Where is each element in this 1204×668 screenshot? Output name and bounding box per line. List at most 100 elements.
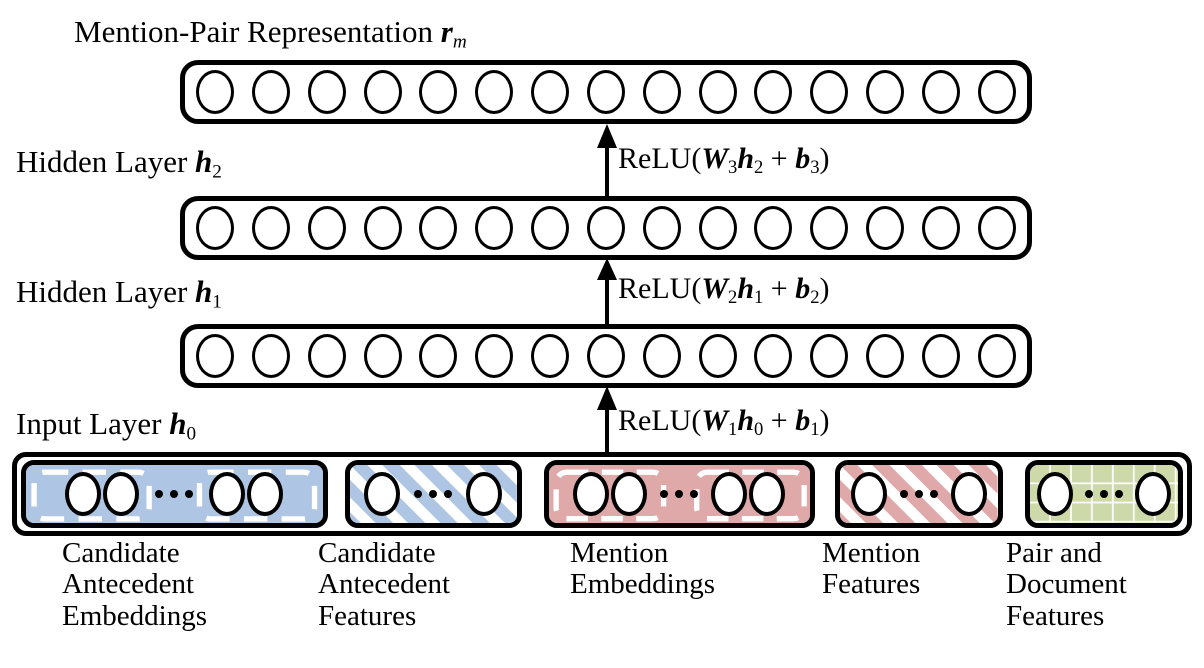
neuron	[810, 70, 849, 114]
arrow-up-icon-h1-to-h2	[597, 258, 617, 326]
neuron	[251, 70, 290, 114]
layer-label-hidden-1-text: Hidden Layer	[16, 274, 188, 309]
block-cells	[549, 465, 810, 523]
input-block-candidate-antecedent-features[interactable]	[344, 460, 522, 528]
layer-label-hidden-2-subscript: 2	[212, 161, 222, 183]
input-neuron	[611, 472, 648, 516]
input-neuron	[573, 472, 610, 516]
neuron	[698, 334, 737, 378]
relu-2-weight: W	[701, 272, 729, 305]
neuron	[921, 206, 960, 250]
input-neuron	[711, 472, 748, 516]
page-title-symbol: r	[440, 14, 453, 49]
relu-1-weight-sub: 1	[728, 419, 738, 441]
transform-label-relu-1: ReLU(W1h0 + b1)	[618, 404, 830, 441]
neuron	[698, 206, 737, 250]
neuron	[921, 70, 960, 114]
neuron	[754, 334, 793, 378]
input-neuron	[103, 472, 140, 516]
layer-hidden-1	[180, 324, 1032, 388]
neuron	[307, 70, 346, 114]
neuron	[977, 334, 1016, 378]
input-neuron	[364, 472, 401, 516]
ellipsis-icon	[660, 490, 699, 498]
layer-label-input-symbol: h	[169, 406, 187, 441]
input-block-candidate-antecedent-embeddings[interactable]	[21, 460, 328, 528]
block-cells	[26, 465, 323, 523]
layer-label-hidden-2-text: Hidden Layer	[16, 144, 188, 179]
neuron	[810, 334, 849, 378]
relu-2-input-sub: 1	[754, 287, 764, 309]
neuron	[531, 206, 570, 250]
input-block-mention-features[interactable]	[835, 460, 1003, 528]
neuron	[475, 206, 514, 250]
neuron	[196, 70, 234, 114]
input-neuron	[65, 472, 102, 516]
relu-3-input-sub: 2	[754, 157, 764, 179]
layer-label-hidden-1: Hidden Layer h1	[16, 276, 222, 312]
input-neuron	[209, 472, 246, 516]
relu-1-input: h	[737, 404, 754, 437]
layer-label-input: Input Layer h0	[16, 408, 196, 444]
page-title-subscript: m	[452, 31, 467, 53]
neuron	[866, 334, 905, 378]
layer-mention-pair-representation	[180, 60, 1032, 124]
block-cells	[350, 465, 517, 523]
relu-2-bias-sub: 2	[810, 287, 820, 309]
neuron	[866, 70, 905, 114]
neuron	[531, 334, 570, 378]
neuron	[921, 334, 960, 378]
neuron	[419, 70, 458, 114]
neuron-pair-left	[65, 472, 140, 516]
neuron	[810, 206, 849, 250]
ellipsis-icon	[155, 490, 194, 498]
neuron	[586, 70, 625, 114]
neuron	[586, 334, 625, 378]
transform-label-relu-2: ReLU(W2h1 + b2)	[618, 272, 830, 309]
relu-3-weight: W	[701, 142, 729, 175]
input-layer-blocks	[12, 452, 1192, 536]
relu-2-bias: b	[795, 272, 811, 305]
neuron	[977, 206, 1016, 250]
layer-hidden-2	[180, 196, 1032, 260]
neuron	[586, 206, 625, 250]
caption-mention-embeddings: Mention Embeddings	[570, 537, 715, 601]
relu-3-fn: ReLU	[618, 142, 692, 175]
relu-1-bias-sub: 1	[810, 419, 820, 441]
neuron	[307, 206, 346, 250]
relu-3-input: h	[737, 142, 754, 175]
neuron	[754, 206, 793, 250]
input-neuron	[850, 472, 887, 516]
neuron	[475, 334, 514, 378]
relu-3-bias-sub: 3	[810, 157, 820, 179]
input-neuron	[950, 472, 987, 516]
caption-mention-features: Mention Features	[822, 537, 921, 601]
neuron	[419, 334, 458, 378]
layer-label-hidden-1-subscript: 1	[212, 291, 222, 313]
neuron	[531, 70, 570, 114]
layer-label-hidden-2-symbol: h	[195, 144, 213, 179]
neuron	[363, 206, 402, 250]
neuron	[642, 206, 681, 250]
neuron	[642, 334, 681, 378]
neuron	[642, 70, 681, 114]
ellipsis-icon	[899, 490, 938, 498]
input-block-mention-embeddings[interactable]	[543, 460, 816, 528]
page-title: Mention-Pair Representation rm	[74, 16, 467, 52]
neuron-pair-left	[573, 472, 648, 516]
layer-label-input-text: Input Layer	[16, 406, 162, 441]
relu-3-bias: b	[795, 142, 811, 175]
input-neuron	[749, 472, 786, 516]
input-block-pair-and-document-features[interactable]	[1024, 460, 1183, 528]
neuron	[475, 70, 514, 114]
transform-label-relu-3: ReLU(W3h2 + b3)	[618, 142, 830, 179]
ellipsis-icon	[414, 490, 453, 498]
neuron-pair-right	[209, 472, 284, 516]
layer-label-input-subscript: 0	[186, 423, 197, 445]
arrow-up-icon-input-to-h1	[597, 386, 617, 460]
neuron	[307, 334, 346, 378]
relu-1-fn: ReLU	[618, 404, 692, 437]
caption-candidate-antecedent-features: Candidate Antecedent Features	[318, 537, 451, 632]
input-neuron	[247, 472, 284, 516]
block-cells	[1030, 465, 1178, 523]
